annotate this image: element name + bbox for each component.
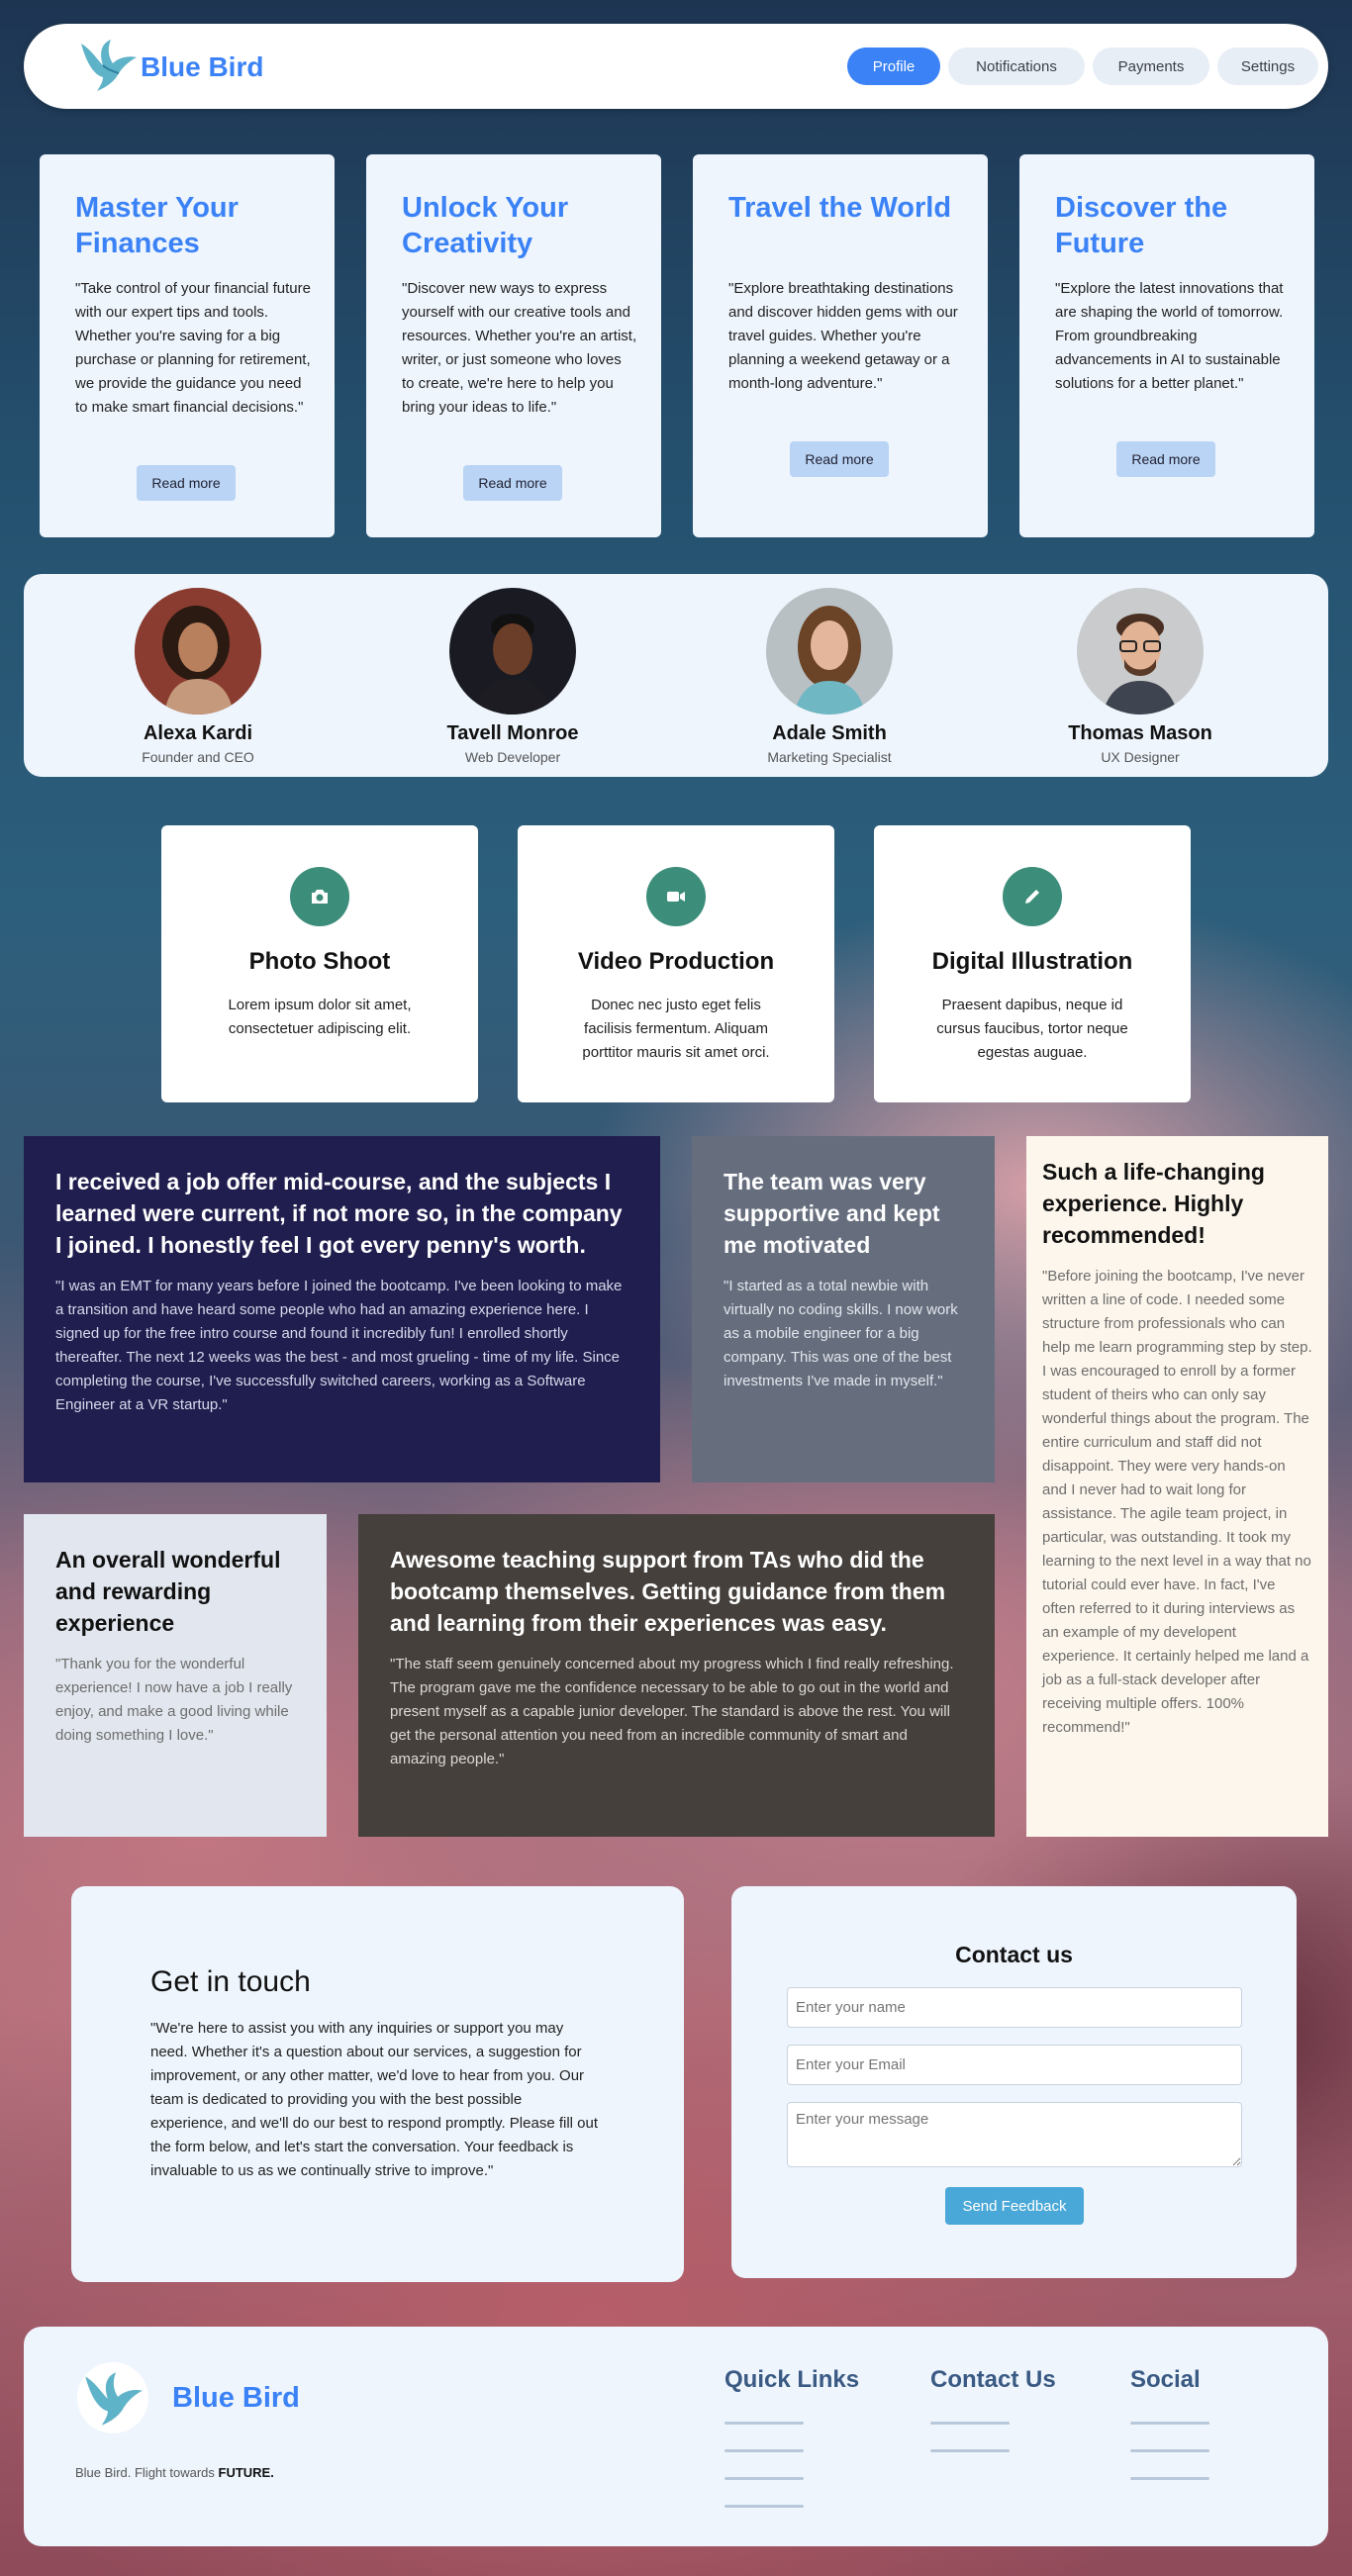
footer-link[interactable] <box>724 2505 804 2508</box>
card-text: "Explore the latest innovations that are… <box>1055 280 1284 392</box>
testimonial-text: "I was an EMT for many years before I jo… <box>55 1278 623 1413</box>
get-in-touch-section: Get in touch "We're here to assist you w… <box>71 1886 684 2282</box>
testimonial-text: "I started as a total newbie with virtua… <box>724 1278 958 1389</box>
testimonial-title: An overall wonderful and rewarding exper… <box>55 1547 281 1636</box>
read-more-button[interactable]: Read more <box>790 441 889 477</box>
footer-social-heading: Social <box>1130 2366 1201 2393</box>
card-text: "Take control of your financial future w… <box>75 280 311 416</box>
card-title: Travel the World <box>728 192 952 224</box>
brand-name[interactable]: Blue Bird <box>141 51 263 83</box>
member-name: Tavell Monroe <box>446 722 579 744</box>
footer-logo[interactable] <box>77 2362 148 2433</box>
nav-payments-button[interactable]: Payments <box>1093 48 1209 85</box>
member-role: Web Developer <box>464 749 561 765</box>
testimonial-card: An overall wonderful and rewarding exper… <box>24 1514 327 1837</box>
member-role: Founder and CEO <box>142 749 254 765</box>
footer-link[interactable] <box>1130 2422 1209 2425</box>
service-title: Digital Illustration <box>931 948 1133 975</box>
member-role: UX Designer <box>1101 749 1180 765</box>
service-text: Praesent dapibus, neque id cursus faucib… <box>936 997 1128 1061</box>
member-role: Marketing Specialist <box>767 749 892 765</box>
team-member: Thomas Mason UX Designer <box>1041 588 1239 765</box>
feature-card-travel: Travel the World "Explore breathtaking d… <box>693 154 988 537</box>
footer-brand-name: Blue Bird <box>172 2382 300 2414</box>
member-name: Thomas Mason <box>1068 722 1212 744</box>
testimonial-card: The team was very supportive and kept me… <box>692 1136 995 1482</box>
feature-card-future: Discover the Future "Explore the latest … <box>1019 154 1314 537</box>
testimonial-title: Awesome teaching support from TAs who di… <box>390 1547 946 1636</box>
member-name: Alexa Kardi <box>143 722 253 744</box>
service-title: Video Production <box>577 948 775 975</box>
pencil-icon <box>1003 867 1062 926</box>
message-textarea[interactable] <box>787 2102 1242 2167</box>
footer-link[interactable] <box>724 2449 804 2452</box>
footer-link[interactable] <box>1130 2477 1209 2480</box>
card-text: "Discover new ways to express yourself w… <box>402 280 637 416</box>
footer-link[interactable] <box>1130 2449 1209 2452</box>
avatar <box>449 588 576 715</box>
avatar <box>1077 588 1204 715</box>
footer-tagline-bold: FUTURE. <box>218 2465 274 2480</box>
service-card-photo: Photo Shoot Lorem ipsum dolor sit amet, … <box>161 825 478 1102</box>
testimonial-title: I received a job offer mid-course, and t… <box>55 1169 623 1258</box>
nav-profile-button[interactable]: Profile <box>847 48 940 85</box>
service-title: Photo Shoot <box>248 948 391 975</box>
footer-link[interactable] <box>930 2422 1010 2425</box>
avatar <box>766 588 893 715</box>
footer-quick-links-heading: Quick Links <box>724 2366 860 2393</box>
card-title: Discover the Future <box>1055 192 1228 259</box>
service-text: Lorem ipsum dolor sit amet, consectetuer… <box>228 997 412 1037</box>
read-more-button[interactable]: Read more <box>463 465 562 501</box>
read-more-button[interactable]: Read more <box>1116 441 1215 477</box>
footer-contact-heading: Contact Us <box>930 2366 1056 2393</box>
contact-form-title: Contact us <box>955 1942 1073 1967</box>
bird-logo-icon[interactable] <box>73 36 143 97</box>
testimonial-card: I received a job offer mid-course, and t… <box>24 1136 660 1482</box>
card-text: "Explore breathtaking destinations and d… <box>728 280 958 392</box>
testimonial-card: Awesome teaching support from TAs who di… <box>358 1514 995 1837</box>
get-in-touch-text: "We're here to assist you with any inqui… <box>150 2020 599 2179</box>
video-camera-icon <box>646 867 706 926</box>
footer: Blue Bird Blue Bird. Flight towards FUTU… <box>24 2327 1328 2546</box>
testimonial-text: "The staff seem genuinely concerned abou… <box>390 1656 954 1767</box>
feature-card-creativity: Unlock Your Creativity "Discover new way… <box>366 154 661 537</box>
nav-notifications-button[interactable]: Notifications <box>948 48 1085 85</box>
nav-settings-button[interactable]: Settings <box>1217 48 1318 85</box>
service-text: Donec nec justo eget felis facilisis fer… <box>582 997 770 1061</box>
send-feedback-button[interactable]: Send Feedback <box>945 2187 1084 2225</box>
feature-card-finances: Master Your Finances "Take control of yo… <box>40 154 335 537</box>
footer-tagline: Blue Bird. Flight towards FUTURE. <box>75 2465 274 2480</box>
service-card-video: Video Production Donec nec justo eget fe… <box>518 825 834 1102</box>
testimonial-card: Such a life-changing experience. Highly … <box>1026 1136 1328 1837</box>
get-in-touch-title: Get in touch <box>150 1965 311 1998</box>
member-name: Adale Smith <box>772 722 887 744</box>
testimonial-text: "Thank you for the wonderful experience!… <box>55 1656 293 1744</box>
name-input[interactable] <box>787 1987 1242 2028</box>
footer-tagline-text: Blue Bird. Flight towards <box>75 2465 219 2480</box>
contact-form: Contact us Send Feedback <box>731 1886 1297 2278</box>
card-title: Unlock Your Creativity <box>402 192 569 259</box>
testimonial-text: "Before joining the bootcamp, I've never… <box>1042 1268 1312 1736</box>
card-title: Master Your Finances <box>75 192 239 259</box>
avatar <box>135 588 261 715</box>
camera-icon <box>290 867 349 926</box>
top-navbar: Blue Bird Profile Notifications Payments… <box>24 24 1328 109</box>
team-member: Alexa Kardi Founder and CEO <box>99 588 297 765</box>
footer-link[interactable] <box>724 2477 804 2480</box>
team-member: Adale Smith Marketing Specialist <box>730 588 928 765</box>
service-card-illustration: Digital Illustration Praesent dapibus, n… <box>874 825 1191 1102</box>
footer-link[interactable] <box>724 2422 804 2425</box>
footer-link[interactable] <box>930 2449 1010 2452</box>
email-input[interactable] <box>787 2045 1242 2085</box>
team-member: Tavell Monroe Web Developer <box>414 588 612 765</box>
testimonial-title: Such a life-changing experience. Highly … <box>1042 1159 1265 1248</box>
team-section: Alexa Kardi Founder and CEO Tavell Monro… <box>24 574 1328 777</box>
read-more-button[interactable]: Read more <box>137 465 236 501</box>
testimonial-title: The team was very supportive and kept me… <box>724 1169 940 1258</box>
